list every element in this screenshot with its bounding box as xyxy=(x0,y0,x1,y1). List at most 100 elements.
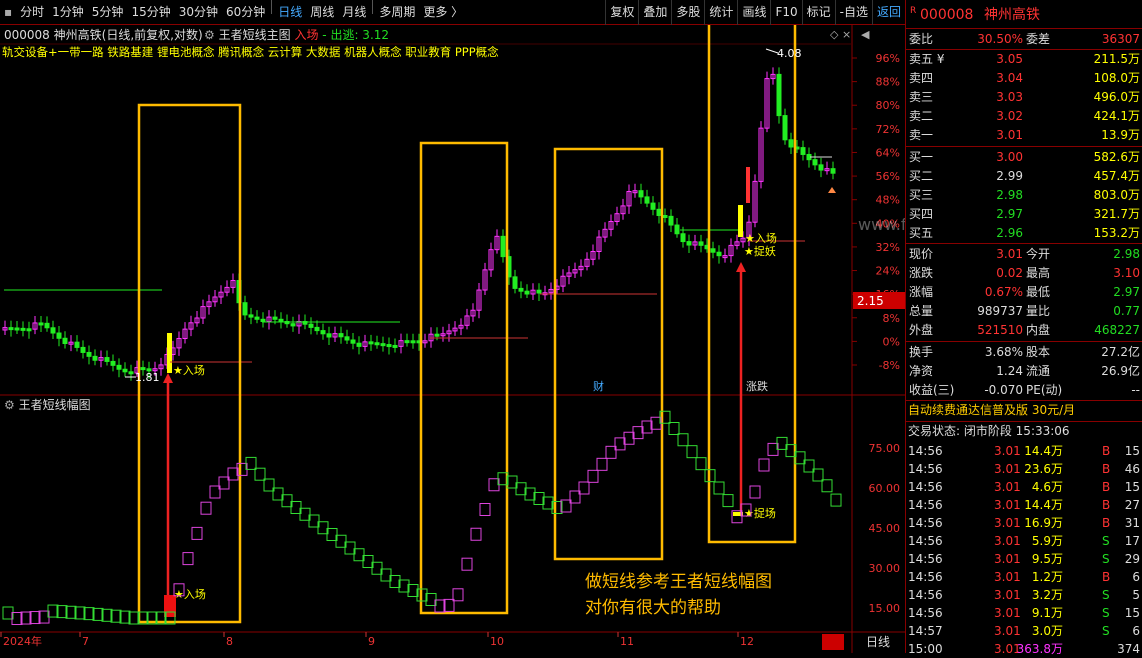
toolbar-button-8[interactable]: 返回 xyxy=(871,0,905,25)
buys-row: 买五 2.96 153.2万 xyxy=(906,224,1142,243)
candle-body xyxy=(788,139,794,148)
menu-square-icon[interactable]: ▪ xyxy=(0,0,16,25)
toolbar-button-2[interactable]: 多股 xyxy=(671,0,704,25)
period-tab-10[interactable]: 更多 〉 xyxy=(419,0,467,25)
candle-body xyxy=(44,322,50,329)
sub-axis-label: 30.00 xyxy=(869,562,901,575)
candle-body xyxy=(80,346,86,353)
stock-title: 000008 神州高铁(日线,前复权,对数) xyxy=(4,26,203,43)
stats-row: 净资 1.24 流通 26.9亿 xyxy=(909,364,1140,378)
candle-body xyxy=(380,343,386,347)
current-value-label: 2.15 xyxy=(857,294,884,308)
candle-body xyxy=(272,316,278,320)
main-axis-label: 48% xyxy=(876,194,900,207)
tick-row: 14:57 3.01 3.0万 S 6 xyxy=(908,624,1140,638)
sells-row: 卖三 3.03 496.0万 xyxy=(906,88,1142,107)
date-label: 10 xyxy=(490,635,504,648)
candle-body xyxy=(338,333,344,338)
period-tab-8[interactable]: 月线 xyxy=(338,0,370,25)
quote-row: 涨跌 0.02 最高 3.10 xyxy=(909,266,1140,280)
period-tab-3[interactable]: 15分钟 xyxy=(127,0,174,25)
period-tab-0[interactable]: 分时 xyxy=(16,0,48,25)
oscillator-step xyxy=(758,458,770,472)
toolbar-button-0[interactable]: 复权 xyxy=(605,0,638,25)
candle-body xyxy=(56,332,62,339)
candle-body xyxy=(26,328,32,332)
gear-icon[interactable]: ⚙ xyxy=(204,28,215,42)
panel-header: R 000008 神州高铁 xyxy=(906,4,1142,26)
toolbar-button-4[interactable]: 画线 xyxy=(737,0,770,25)
weibi-row: 委比 30.50% 委差 36307 xyxy=(909,32,1140,46)
sells-volume: 108.0万 xyxy=(1093,71,1140,85)
oscillator-step xyxy=(182,552,194,566)
date-label: 12 xyxy=(740,635,754,648)
oscillator-step xyxy=(830,493,842,507)
period-tab-5[interactable]: 60分钟 xyxy=(222,0,269,25)
buys-label: 买三 xyxy=(909,188,934,202)
toolbar-button-7[interactable]: -自选 xyxy=(834,0,872,25)
gear-icon[interactable]: ⚙ xyxy=(4,398,15,412)
stats-row: 换手 3.68% 股本 27.2亿 xyxy=(909,345,1140,359)
oscillator-step xyxy=(668,422,680,435)
candle-body xyxy=(434,333,440,337)
candle-body xyxy=(680,233,686,243)
stock-name: 神州高铁 xyxy=(53,28,102,42)
oscillator-step xyxy=(677,433,689,447)
buys-volume: 582.6万 xyxy=(1093,150,1140,164)
candle-body xyxy=(122,368,128,373)
sells-volume: 496.0万 xyxy=(1093,90,1140,104)
tick-row: 14:56 3.01 23.6万 B 46 xyxy=(908,462,1140,476)
toolbar-button-5[interactable]: F10 xyxy=(770,0,801,25)
highlight-box xyxy=(553,147,664,561)
date-label: 9 xyxy=(368,635,375,648)
indicator-title[interactable]: ⚙ 王者短线主图 入场 - 出逃: 3.12 xyxy=(204,26,389,43)
candle-body xyxy=(344,336,350,341)
r-badge: R xyxy=(910,6,917,16)
sells-label: 卖五 ¥ xyxy=(909,52,945,66)
candle-body xyxy=(320,330,326,335)
period-tab-9[interactable]: 多周期 xyxy=(375,0,419,25)
candle-body xyxy=(668,215,674,226)
period-tab-1[interactable]: 1分钟 xyxy=(48,0,88,25)
buys-label: 买五 xyxy=(909,226,934,240)
period-tab-7[interactable]: 周线 xyxy=(306,0,338,25)
entry-candle xyxy=(738,205,743,237)
candle-body xyxy=(140,367,146,371)
candle-body xyxy=(62,337,68,345)
period-tab-2[interactable]: 5分钟 xyxy=(88,0,128,25)
toolbar-button-1[interactable]: 叠加 xyxy=(638,0,671,25)
zhangdie-badge: 涨跌 xyxy=(746,379,768,393)
kline-chart[interactable]: 96%88%80%72%64%56%48%40%32%24%16%8%0%-8%… xyxy=(0,25,905,653)
trade-status: 交易状态: 闭市阶段 15:33:06 xyxy=(908,424,1070,438)
candle-body xyxy=(656,208,662,217)
promo-banner[interactable]: 自动续费通达信普及版 30元/月 xyxy=(906,401,1142,420)
buys-volume: 153.2万 xyxy=(1093,226,1140,240)
buys-price: 2.99 xyxy=(996,169,1023,183)
toolbar-button-3[interactable]: 统计 xyxy=(704,0,737,25)
candle-body xyxy=(716,251,722,257)
breakout-candle xyxy=(746,167,750,203)
sub-indicator-title[interactable]: ⚙ 王者短线幅图 xyxy=(4,396,91,413)
oscillator-step xyxy=(713,481,725,495)
tick-row: 14:56 3.01 14.4万 B 27 xyxy=(908,498,1140,512)
sells-price: 3.01 xyxy=(996,128,1023,142)
tick-row: 14:56 3.01 1.2万 B 6 xyxy=(908,570,1140,584)
candle-body xyxy=(782,115,788,141)
main-axis-label: 72% xyxy=(876,123,900,136)
period-tab-4[interactable]: 30分钟 xyxy=(175,0,222,25)
candle-body xyxy=(662,215,668,218)
candle-body xyxy=(254,316,260,320)
oscillator-step xyxy=(254,467,266,481)
buys-row: 买三 2.98 803.0万 xyxy=(906,186,1142,205)
concept-tags: 轨交设备+一带一路 铁路基建 锂电池概念 腾讯概念 云计算 大数据 机器人概念 … xyxy=(2,45,499,59)
candle-body xyxy=(512,276,518,289)
buys-label: 买二 xyxy=(909,169,934,183)
arrow-head-icon xyxy=(736,262,746,272)
diamond-icon: ◇ xyxy=(830,28,839,41)
toolbar-button-6[interactable]: 标记 xyxy=(801,0,835,25)
candle-body xyxy=(86,351,92,357)
candle-body xyxy=(698,241,704,246)
sells-label: 卖一 xyxy=(909,128,934,142)
tick-row: 14:56 3.01 14.4万 B 15 xyxy=(908,444,1140,458)
period-tab-6[interactable]: 日线 xyxy=(274,0,306,25)
